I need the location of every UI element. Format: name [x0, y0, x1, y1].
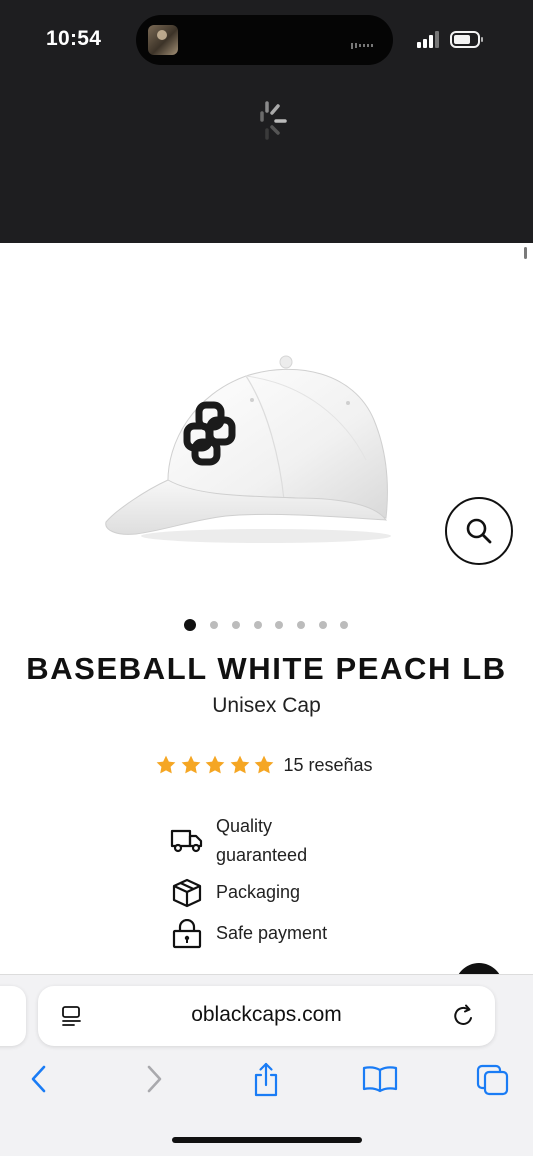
tabs-icon[interactable] [476, 1062, 510, 1096]
product-rating[interactable]: 15 reseñas [155, 752, 373, 778]
box-icon [172, 878, 202, 908]
star-icon [230, 755, 249, 774]
address-bar[interactable]: oblackcaps.com [38, 986, 495, 1046]
feature-safe-payment: Safe payment [170, 919, 327, 949]
lock-icon [172, 919, 202, 949]
feature-packaging-label: Packaging [216, 882, 301, 902]
star-icon [254, 755, 274, 774]
carousel-dot-6[interactable] [297, 621, 305, 629]
battery-icon [450, 31, 483, 48]
feature-safe-payment-label: Safe payment [216, 923, 328, 943]
star-icon [156, 755, 176, 774]
zoom-button[interactable] [445, 497, 513, 565]
loading-spinner-icon [260, 101, 287, 140]
share-icon[interactable] [252, 1062, 280, 1098]
status-time: 10:54 [46, 27, 102, 50]
forward-icon[interactable] [143, 1062, 165, 1096]
home-indicator[interactable] [172, 1137, 362, 1143]
dynamic-island[interactable] [136, 15, 393, 65]
truck-icon [170, 829, 203, 853]
magnifier-icon [466, 518, 492, 544]
star-icon [181, 755, 200, 774]
reviews-count-link[interactable]: 15 reseñas [284, 755, 373, 776]
carousel-dot-2[interactable] [210, 621, 218, 629]
product-title: BASEBALL WHITE PEACH LB [26, 651, 507, 686]
carousel-dot-1[interactable] [184, 619, 196, 631]
cellular-signal-icon [417, 31, 443, 48]
audio-waveform-icon [351, 37, 379, 49]
feature-quality-line1: Quality [216, 816, 273, 836]
bookmarks-icon[interactable] [362, 1062, 398, 1096]
now-playing-artwork [148, 25, 178, 55]
status-bar: 10:54 [0, 0, 533, 243]
url-text[interactable]: oblackcaps.com [38, 1003, 495, 1027]
carousel-dot-8[interactable] [340, 621, 348, 629]
carousel-dot-5[interactable] [275, 621, 283, 629]
feature-quality-line2: guaranteed [216, 844, 308, 865]
carousel-dot-4[interactable] [254, 621, 262, 629]
carousel-dot-3[interactable] [232, 621, 240, 629]
reload-icon[interactable] [452, 1003, 476, 1029]
product-image[interactable] [96, 350, 396, 550]
star-icon [205, 755, 225, 774]
feature-packaging: Packaging [170, 878, 300, 908]
back-icon[interactable] [28, 1062, 50, 1096]
carousel-dot-7[interactable] [319, 621, 327, 629]
product-subtitle: Unisex Cap [212, 694, 321, 717]
feature-quality: Quality guaranteed [170, 812, 307, 869]
previous-tab-preview[interactable] [0, 986, 26, 1046]
scrollbar[interactable] [524, 247, 527, 259]
